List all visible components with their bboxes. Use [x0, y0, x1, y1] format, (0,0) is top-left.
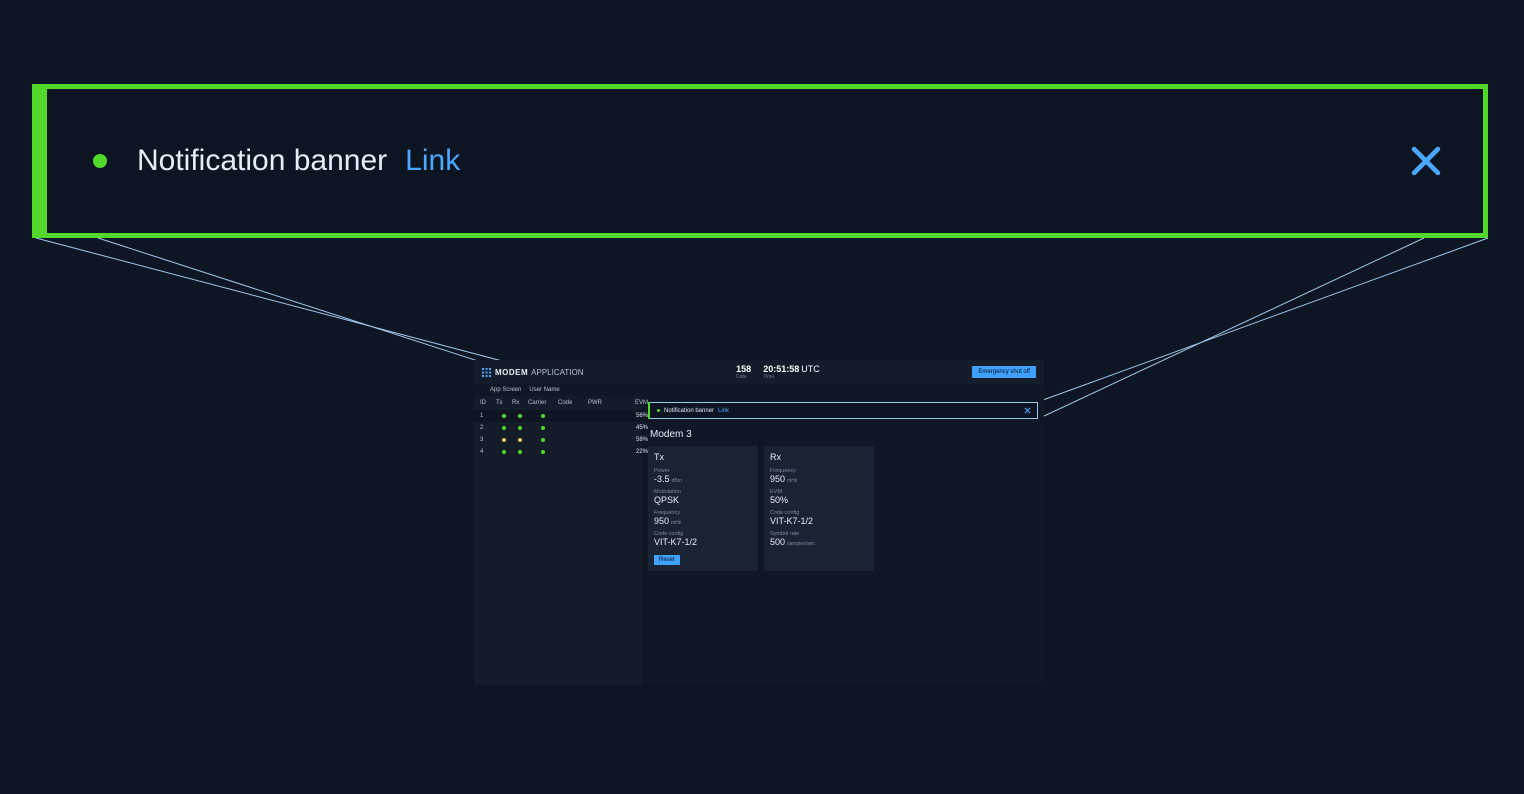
notification-banner: Notification banner Link	[648, 402, 1038, 419]
tx-dot-icon	[502, 450, 506, 454]
row-id: 4	[480, 449, 496, 455]
col-rx: Rx	[512, 400, 528, 406]
status-dot-icon	[93, 154, 107, 168]
app-title-1: MODEM	[495, 368, 528, 377]
sidebar-row[interactable]: 156%	[474, 410, 642, 422]
breadcrumb: App Screen User Name	[474, 384, 1044, 396]
rx-freq-value: 950mHz	[770, 474, 868, 484]
rx-evm-value: 50%	[770, 495, 868, 505]
sidebar-row[interactable]: 358%	[474, 434, 642, 446]
col-pwr: PWR	[588, 400, 618, 406]
col-id: ID	[480, 400, 496, 406]
main-panel: Notification banner Link Modem 3 Tx Powe…	[642, 396, 1044, 685]
tx-card: Tx Power -3.5dBm Modulation QPSK Frequen…	[648, 446, 758, 571]
rx-card: Rx Frequency 950mHz EVM 50% Code config …	[764, 446, 874, 571]
row-id: 1	[480, 413, 496, 419]
rx-code-value: VIT-K7-1/2	[770, 516, 868, 526]
rx-dot-icon	[518, 414, 522, 418]
sidebar-row[interactable]: 422%	[474, 446, 642, 458]
sidebar-header: ID Tx Rx Carrier Code PWR EVM	[474, 396, 642, 410]
menu-icon[interactable]	[482, 368, 491, 377]
app-title-2: APPLICATION	[531, 368, 583, 377]
tx-title: Tx	[654, 452, 752, 462]
date-value: 158	[736, 364, 751, 374]
tx-power-value: -3.5dBm	[654, 474, 752, 484]
banner-text: Notification banner	[137, 144, 387, 178]
notification-banner-zoom: Notification banner Link	[32, 84, 1488, 238]
tx-dot-icon	[502, 426, 506, 430]
app-header: MODEM APPLICATION 158 Date 20:51:58UTC T…	[474, 360, 1044, 384]
col-code: Code	[558, 400, 588, 406]
sidebar-row[interactable]: 245%	[474, 422, 642, 434]
banner-link[interactable]: Link	[718, 408, 729, 414]
tx-dot-icon	[502, 438, 506, 442]
panel-title: Modem 3	[650, 429, 1038, 440]
rx-dot-icon	[518, 426, 522, 430]
banner-accent	[648, 402, 650, 419]
rx-dot-icon	[518, 450, 522, 454]
tx-code-value: VIT-K7-1/2	[654, 537, 752, 547]
banner-accent	[37, 89, 47, 233]
carrier-dot-icon	[541, 426, 545, 430]
status-dot-icon	[657, 409, 660, 412]
carrier-dot-icon	[541, 450, 545, 454]
banner-link[interactable]: Link	[405, 144, 460, 178]
row-id: 2	[480, 425, 496, 431]
carrier-dot-icon	[541, 414, 545, 418]
date-label: Date	[736, 374, 747, 380]
rx-title: Rx	[770, 452, 868, 462]
col-tx: Tx	[496, 400, 512, 406]
col-carrier: Carrier	[528, 400, 558, 406]
breadcrumb-2: User Name	[529, 387, 559, 393]
row-id: 3	[480, 437, 496, 443]
breadcrumb-1: App Screen	[490, 387, 521, 393]
tx-freq-value: 950mHz	[654, 516, 752, 526]
rx-sym-value: 500samples/sec	[770, 537, 868, 547]
close-icon[interactable]	[1024, 407, 1031, 414]
banner-text: Notification banner	[664, 408, 714, 414]
tx-mod-value: QPSK	[654, 495, 752, 505]
app-window: MODEM APPLICATION 158 Date 20:51:58UTC T…	[474, 360, 1044, 685]
rx-dot-icon	[518, 438, 522, 442]
carrier-dot-icon	[541, 438, 545, 442]
date-block: 158 Date	[736, 364, 751, 380]
emergency-button[interactable]: Emergency shut off	[972, 366, 1036, 378]
sidebar: ID Tx Rx Carrier Code PWR EVM 156%245%35…	[474, 396, 642, 685]
tx-dot-icon	[502, 414, 506, 418]
time-block: 20:51:58UTC Time	[763, 364, 820, 380]
reset-button[interactable]: Reset	[654, 555, 680, 565]
close-icon[interactable]	[1407, 142, 1445, 180]
time-value: 20:51:58UTC	[763, 364, 820, 374]
time-label: Time	[763, 374, 774, 380]
